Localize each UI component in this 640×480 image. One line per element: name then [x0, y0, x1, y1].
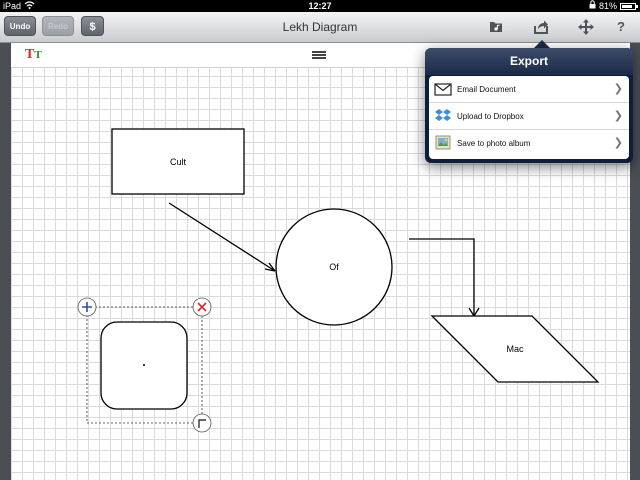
- lock-icon: [589, 0, 596, 12]
- redo-button[interactable]: Redo: [42, 16, 74, 36]
- email-document-label: Email Document: [457, 85, 516, 94]
- chevron-right-icon: ❯: [613, 137, 623, 149]
- rectangle-label: Cult: [170, 157, 187, 167]
- save-photo-album-item[interactable]: Save to photo album ❯: [429, 130, 629, 157]
- chevron-right-icon: ❯: [613, 110, 623, 122]
- rectangle-shape[interactable]: Cult: [111, 128, 245, 195]
- email-document-item[interactable]: Email Document ❯: [429, 76, 629, 103]
- save-photo-album-label: Save to photo album: [457, 139, 531, 148]
- circle-label: Of: [329, 262, 339, 272]
- circle-shape[interactable]: Of: [275, 208, 393, 326]
- upload-dropbox-item[interactable]: Upload to Dropbox ❯: [429, 103, 629, 130]
- parallelogram-label: Mac: [506, 344, 524, 354]
- resize-handle-icon[interactable]: [192, 413, 212, 433]
- purchase-button[interactable]: $: [81, 16, 104, 36]
- export-popover: Export Email Document ❯ Upload to Dropbo…: [425, 48, 633, 163]
- share-icon[interactable]: [531, 17, 551, 37]
- selected-rounded-rectangle[interactable]: [86, 306, 203, 424]
- photo-album-icon: [434, 135, 452, 151]
- battery-icon: [620, 2, 638, 10]
- chevron-right-icon: ❯: [613, 83, 623, 95]
- move-icon[interactable]: [576, 17, 596, 37]
- export-popover-title: Export: [425, 48, 633, 75]
- undo-button[interactable]: Undo: [4, 16, 36, 36]
- envelope-icon: [434, 81, 452, 97]
- parallelogram-shape[interactable]: Mac: [430, 315, 600, 383]
- export-options-list: Email Document ❯ Upload to Dropbox ❯ Sav…: [429, 76, 629, 159]
- delete-handle-icon[interactable]: [192, 297, 212, 317]
- status-bar: iPad 12:27 81%: [0, 0, 640, 12]
- toolbar: Lekh Diagram Undo Redo $ ?: [0, 12, 640, 43]
- clock: 12:27: [308, 1, 332, 11]
- dropbox-icon: [434, 108, 452, 124]
- add-handle-icon[interactable]: [77, 297, 97, 317]
- upload-dropbox-label: Upload to Dropbox: [457, 112, 524, 121]
- folder-music-icon[interactable]: [486, 17, 506, 37]
- connector-arrow-1[interactable]: [168, 202, 276, 272]
- battery-percent: 81%: [598, 1, 617, 11]
- help-icon[interactable]: ?: [614, 17, 628, 37]
- connector-arrow-2[interactable]: [409, 238, 480, 318]
